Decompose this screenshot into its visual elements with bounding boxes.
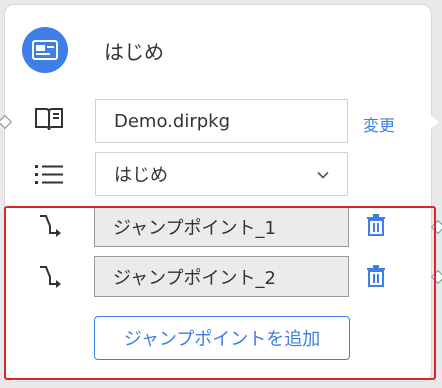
chevron-down-icon: [317, 164, 329, 185]
jump-point-field[interactable]: ジャンプポイント_1: [94, 206, 349, 247]
jump-point-field[interactable]: ジャンプポイント_2: [94, 256, 349, 297]
node-title: はじめ: [104, 40, 164, 64]
change-package-link[interactable]: 変更: [363, 112, 395, 136]
trash-icon[interactable]: [366, 214, 386, 240]
package-file-field[interactable]: Demo.dirpkg: [95, 99, 348, 143]
book-icon: [34, 106, 64, 136]
list-icon: [34, 163, 64, 191]
branch-icon: [38, 213, 64, 241]
jump-point-port[interactable]: [430, 269, 442, 285]
id-card-icon: [22, 27, 68, 73]
branch-icon: [38, 264, 64, 292]
output-arrow[interactable]: [430, 114, 440, 130]
add-jump-point-button[interactable]: ジャンプポイントを追加: [94, 316, 350, 360]
entry-point-select-value: はじめ: [114, 165, 168, 186]
trash-icon[interactable]: [366, 265, 386, 291]
entry-point-select[interactable]: はじめ: [95, 152, 348, 196]
jump-point-port[interactable]: [430, 219, 442, 235]
